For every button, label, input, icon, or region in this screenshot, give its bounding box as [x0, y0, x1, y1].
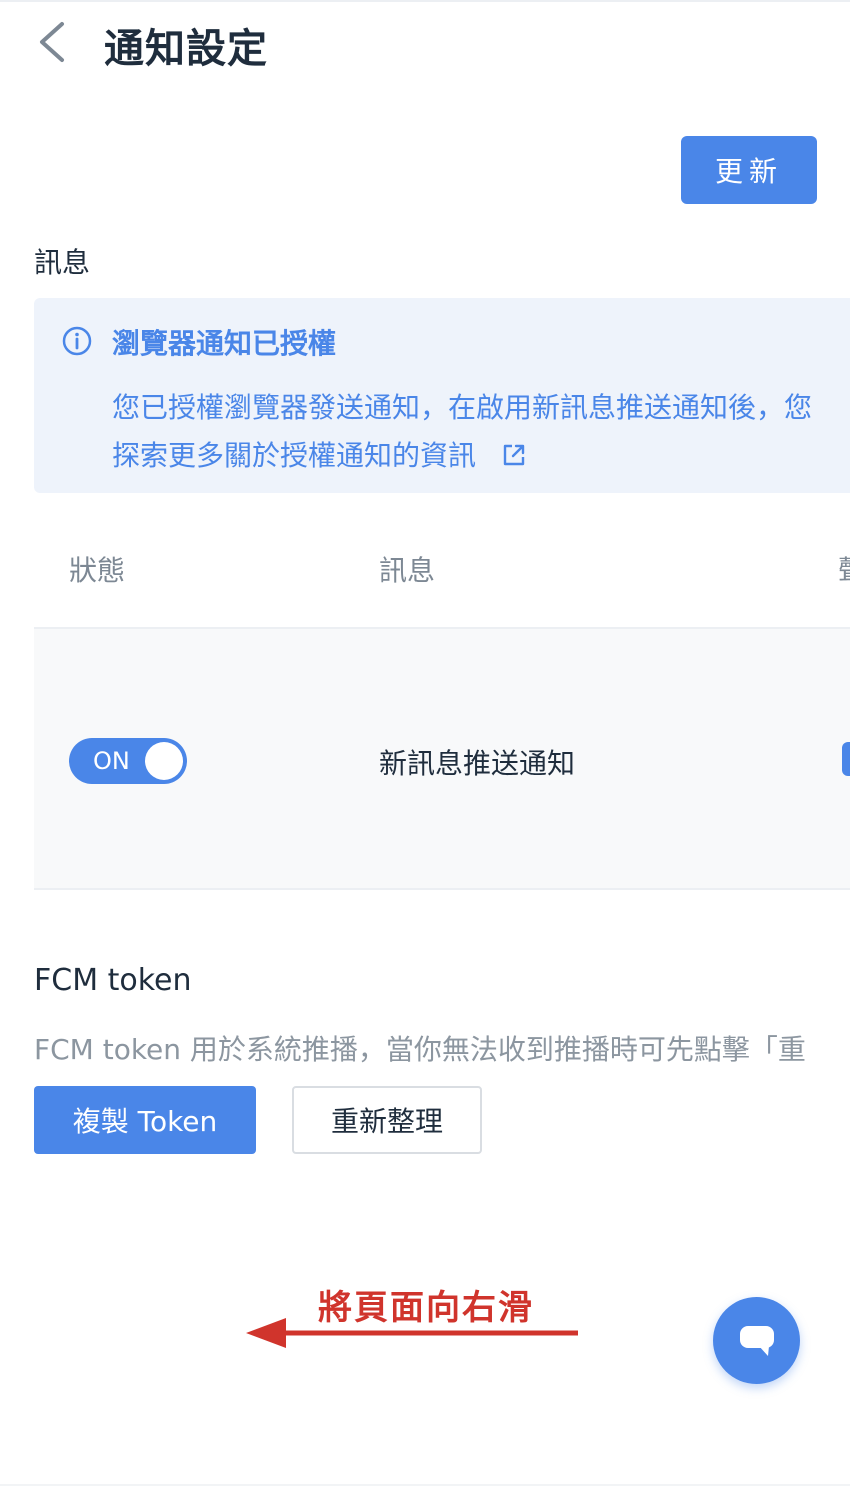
alert-title: 瀏覽器通知已授權 [112, 327, 337, 360]
column-header-sound: 聲 [838, 549, 850, 589]
messages-section-label: 訊息 [34, 246, 91, 279]
chat-button[interactable] [713, 1297, 800, 1384]
learn-more-link[interactable]: 探索更多關於授權通知的資訊 [112, 434, 527, 474]
toggle-state-label: ON [93, 747, 130, 775]
back-button[interactable] [30, 18, 74, 66]
new-message-push-toggle[interactable]: ON [69, 738, 187, 784]
fcm-token-description: FCM token 用於系統推播，當你無法收到推播時可先點擊「重 [34, 1033, 806, 1066]
row-message-label: 新訊息推送通知 [379, 747, 576, 780]
toggle-knob [145, 742, 183, 780]
alert-body: 您已授權瀏覽器發送通知，在啟用新訊息推送通知後，您 [112, 391, 813, 424]
refresh-button[interactable]: 更新 [681, 136, 817, 204]
arrow-left-icon [246, 1318, 578, 1348]
learn-more-link-text: 探索更多關於授權通知的資訊 [112, 439, 477, 472]
sound-checkbox[interactable] [842, 742, 850, 776]
column-header-message: 訊息 [379, 554, 436, 587]
top-divider [0, 0, 850, 2]
page-title: 通知設定 [104, 26, 268, 72]
column-header-status: 狀態 [69, 554, 126, 587]
info-icon [62, 326, 92, 356]
chevron-left-icon [40, 22, 64, 62]
fcm-token-title: FCM token [34, 963, 192, 998]
notification-permission-alert: 瀏覽器通知已授權 您已授權瀏覽器發送通知，在啟用新訊息推送通知後，您 探索更多關… [34, 298, 850, 493]
copy-token-button[interactable]: 複製 Token [34, 1086, 256, 1154]
table-row: ON 新訊息推送通知 [34, 627, 850, 890]
external-link-icon [503, 444, 525, 466]
chat-bubble-icon [740, 1326, 774, 1356]
reload-token-button[interactable]: 重新整理 [292, 1086, 482, 1154]
